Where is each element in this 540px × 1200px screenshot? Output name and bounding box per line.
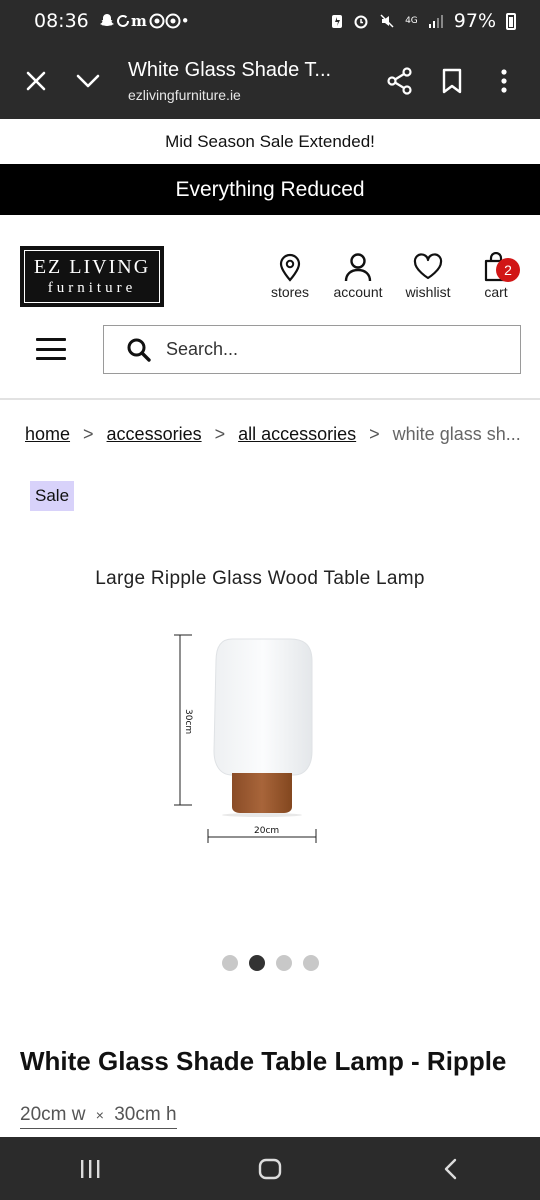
menu-line	[36, 347, 66, 351]
location-pin-icon	[279, 253, 301, 282]
header-nav: stores account wishlist 2 cart	[260, 252, 528, 304]
more-vertical-icon	[501, 68, 507, 93]
chevron-down-icon	[76, 74, 100, 87]
close-tab-button[interactable]	[10, 55, 62, 107]
product-image[interactable]: 30cm 20cm	[170, 625, 330, 855]
svg-text:m: m	[131, 13, 149, 29]
alarm-icon	[354, 15, 368, 29]
chrome-icon-2	[165, 13, 181, 29]
page-info[interactable]: White Glass Shade T... ezlivingfurniture…	[128, 59, 374, 103]
search-input[interactable]	[166, 339, 486, 360]
home-icon	[258, 1158, 282, 1179]
wishlist-label: wishlist	[405, 284, 451, 300]
user-icon	[344, 253, 372, 282]
product-title: White Glass Shade Table Lamp - Ripple	[20, 1046, 507, 1076]
cart-link[interactable]: 2 cart	[464, 252, 528, 304]
page-title: White Glass Shade T...	[128, 58, 332, 81]
header-divider	[0, 398, 540, 400]
back-icon	[444, 1158, 457, 1179]
wishlist-link[interactable]: wishlist	[396, 252, 460, 304]
breadcrumb-separator: >	[83, 424, 94, 444]
gallery-dot-active[interactable]	[249, 955, 265, 971]
browser-toolbar: White Glass Shade T... ezlivingfurniture…	[0, 42, 540, 119]
logo-line1: EZ LIVING	[33, 256, 151, 278]
snapchat-icon	[99, 14, 114, 26]
menu-line	[36, 338, 66, 341]
cart-label: cart	[484, 284, 508, 300]
site-logo[interactable]: EZ LIVING furniture	[20, 246, 164, 307]
back-button[interactable]	[420, 1149, 480, 1189]
lamp-illustration: 30cm 20cm	[174, 634, 317, 843]
heart-icon	[413, 253, 443, 280]
toolbar-actions	[374, 55, 530, 107]
network-label: 4G	[405, 16, 418, 26]
recent-apps-button[interactable]	[60, 1149, 120, 1189]
breadcrumb-all-accessories[interactable]: all accessories	[238, 424, 356, 445]
stores-label: stores	[270, 284, 310, 300]
bookmark-button[interactable]	[426, 55, 478, 107]
stores-link[interactable]: stores	[260, 252, 320, 304]
notification-icons: m •	[99, 12, 194, 30]
gallery-dot[interactable]	[222, 955, 238, 971]
page-url: ezlivingfurniture.ie	[128, 86, 241, 103]
mute-icon	[380, 14, 394, 28]
battery-icon	[506, 12, 516, 30]
height-dimension-label: 30cm	[183, 709, 193, 734]
account-link[interactable]: account	[322, 252, 394, 304]
logo-line2: furniture	[47, 280, 137, 296]
sync-icon	[116, 14, 129, 27]
gallery-dot[interactable]	[303, 955, 319, 971]
minimize-tab-button[interactable]	[62, 55, 114, 107]
product-dimensions-link[interactable]: 20cm w × 30cm h	[20, 1104, 177, 1129]
battery-percent: 97%	[453, 10, 496, 32]
share-button[interactable]	[374, 55, 426, 107]
breadcrumb: home > accessories > all accessories > w…	[25, 424, 521, 445]
status-bar: 08:36 m • 4G 97%	[0, 0, 540, 42]
more-menu-button[interactable]	[478, 55, 530, 107]
width-dimension-label: 20cm	[254, 826, 279, 836]
gallery-dots	[222, 955, 319, 971]
cart-count-badge: 2	[496, 258, 520, 282]
breadcrumb-separator: >	[369, 424, 380, 444]
sale-badge: Sale	[30, 481, 75, 511]
dims-separator: ×	[95, 1107, 104, 1123]
dims-width: 20cm w	[20, 1104, 86, 1125]
breadcrumb-separator: >	[214, 424, 226, 444]
status-time: 08:36	[34, 10, 89, 32]
share-icon	[387, 66, 412, 95]
breadcrumb-accessories[interactable]: accessories	[107, 424, 202, 445]
logo-frame: EZ LIVING furniture	[24, 250, 160, 303]
close-icon	[26, 71, 46, 90]
signal-icon	[428, 15, 443, 28]
chrome-icon	[149, 13, 165, 29]
recent-apps-icon	[81, 1159, 100, 1178]
battery-saver-icon	[332, 15, 343, 28]
home-button[interactable]	[240, 1149, 300, 1189]
bookmark-icon	[442, 68, 462, 93]
breadcrumb-current: white glass sh...	[392, 424, 521, 444]
status-right: 4G 97%	[331, 10, 516, 32]
breadcrumb-home[interactable]: home	[25, 424, 70, 445]
more-notifications-dot: •	[180, 12, 194, 30]
gallery-dot[interactable]	[276, 955, 292, 971]
account-label: account	[333, 284, 383, 300]
search-box[interactable]	[103, 325, 521, 374]
android-nav-bar	[0, 1137, 540, 1200]
promo-banner[interactable]: Mid Season Sale Extended!	[0, 119, 540, 164]
promo-sale-banner[interactable]: Everything Reduced	[0, 164, 540, 215]
product-image-caption: Large Ripple Glass Wood Table Lamp	[95, 568, 425, 589]
search-icon[interactable]	[126, 337, 152, 363]
dims-height: 30cm h	[114, 1104, 177, 1125]
news-icon: m	[131, 13, 149, 29]
hamburger-menu-button[interactable]	[36, 336, 66, 362]
menu-line	[36, 357, 66, 360]
